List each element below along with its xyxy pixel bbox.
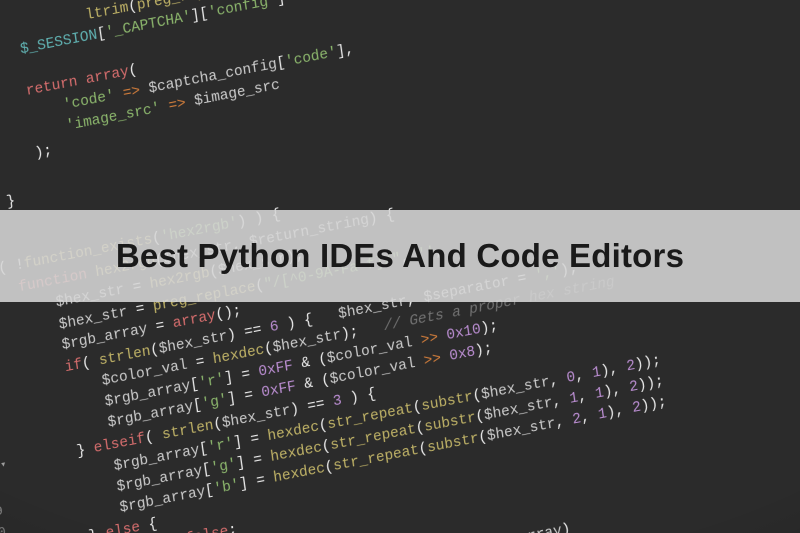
title-banner: Best Python IDEs And Code Editors xyxy=(0,210,800,302)
screenshot-viewport: 76 strlen( realpath($_SERVER['DOCUMENT_R… xyxy=(0,0,800,533)
banner-title: Best Python IDEs And Code Editors xyxy=(116,237,684,275)
